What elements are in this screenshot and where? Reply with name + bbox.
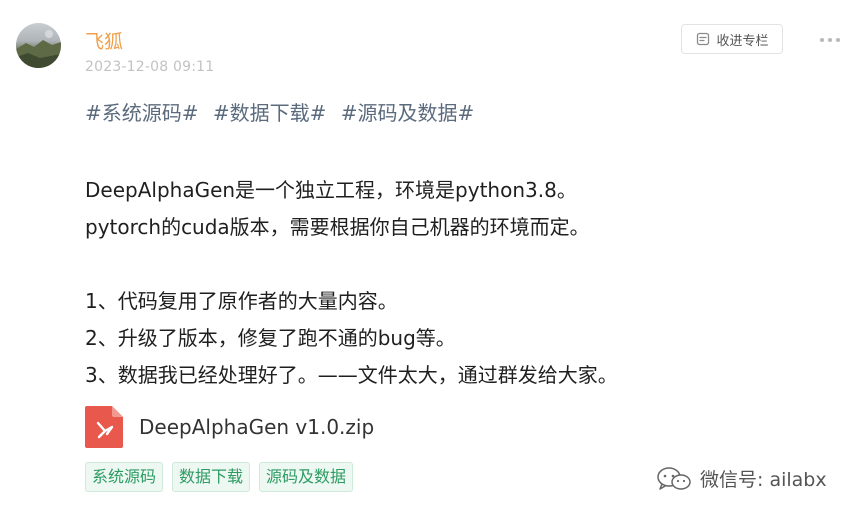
content-line: pytorch的cuda版本，需要根据你自己机器的环境而定。: [85, 215, 590, 239]
content-line: 3、数据我已经处理好了。——文件太大，通过群发给大家。: [85, 363, 618, 387]
file-name: DeepAlphaGen v1.0.zip: [139, 415, 375, 439]
hashtag[interactable]: #系统源码#: [85, 101, 199, 125]
content-line: 2、升级了版本，修复了跑不通的bug等。: [85, 326, 456, 350]
hashtag[interactable]: #源码及数据#: [341, 101, 475, 125]
watermark-text: 微信号: ailabx: [700, 469, 827, 491]
pdf-file-icon: [85, 406, 123, 448]
avatar-image: [16, 30, 61, 68]
collect-to-column-button[interactable]: 收进专栏: [681, 24, 783, 54]
author-name[interactable]: 飞狐: [85, 27, 123, 54]
topic-tag[interactable]: 系统源码: [85, 462, 164, 492]
file-attachment[interactable]: DeepAlphaGen v1.0.zip: [85, 406, 374, 448]
topic-tag[interactable]: 数据下载: [172, 462, 251, 492]
hashtag-list: #系统源码# #数据下载# #源码及数据#: [85, 97, 482, 126]
collect-label: 收进专栏: [716, 33, 769, 49]
avatar[interactable]: [16, 23, 61, 68]
collect-icon: [697, 32, 710, 46]
wechat-watermark: 微信号: ailabx: [656, 465, 827, 492]
tag-list: 系统源码 数据下载 源码及数据: [85, 462, 354, 492]
more-options-icon[interactable]: [817, 30, 843, 50]
content-line: DeepAlphaGen是一个独立工程，环境是python3.8。: [85, 178, 577, 202]
post-content: DeepAlphaGen是一个独立工程，环境是python3.8。 pytorc…: [85, 172, 825, 394]
post-timestamp: 2023-12-08 09:11: [85, 59, 215, 75]
topic-tag[interactable]: 源码及数据: [259, 462, 354, 492]
wechat-icon: [657, 466, 691, 490]
content-line: [85, 246, 825, 283]
hashtag[interactable]: #数据下载#: [213, 101, 327, 125]
content-line: 1、代码复用了原作者的大量内容。: [85, 289, 398, 313]
